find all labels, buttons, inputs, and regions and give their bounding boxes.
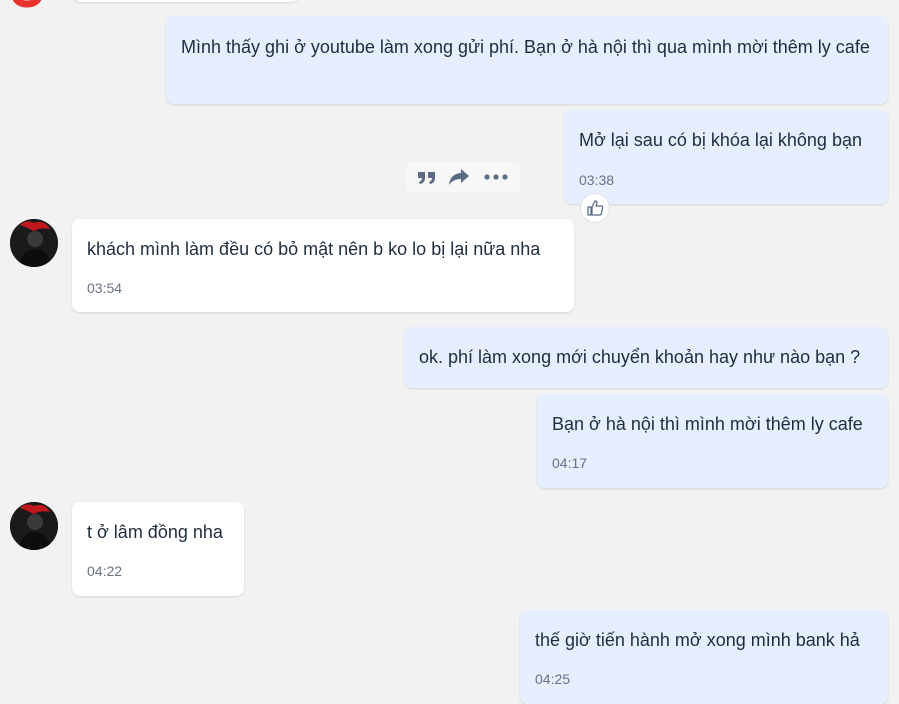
message-text: Bạn ở hà nội thì mình mời thêm ly cafe — [552, 414, 863, 434]
message-time: 04:22 — [87, 563, 123, 579]
message-text: Mở lại sau có bị khóa lại không bạn — [579, 130, 862, 150]
previous-message-bubble — [73, 0, 299, 2]
avatar[interactable] — [10, 502, 58, 550]
message-text: ok. phí làm xong mới chuyển khoản hay nh… — [419, 347, 861, 367]
forward-icon[interactable] — [444, 162, 474, 192]
message-time: 03:54 — [87, 280, 123, 296]
partial-avatar-icon — [12, 0, 42, 8]
message-bubble-sent[interactable]: Mở lại sau có bị khóa lại không bạn 03:3… — [564, 110, 888, 204]
message-text: Mình thấy ghi ở youtube làm xong gửi phí… — [181, 37, 870, 57]
message-text: khách mình làm đều có bỏ mật nên b ko lo… — [87, 239, 541, 259]
message-text: t ở lâm đồng nha — [87, 522, 223, 542]
more-icon[interactable] — [481, 162, 511, 192]
message-bubble-sent[interactable]: Mình thấy ghi ở youtube làm xong gửi phí… — [166, 16, 888, 104]
quote-icon[interactable] — [412, 162, 442, 192]
message-time: 04:17 — [552, 455, 588, 471]
message-action-toolbar — [406, 162, 520, 192]
message-bubble-sent[interactable]: Bạn ở hà nội thì mình mời thêm ly cafe 0… — [537, 394, 888, 488]
message-bubble-sent[interactable]: thế giờ tiến hành mở xong mình bank hả 0… — [520, 610, 888, 704]
message-time: 03:38 — [579, 172, 615, 188]
message-bubble-received[interactable]: khách mình làm đều có bỏ mật nên b ko lo… — [72, 219, 574, 312]
message-time: 04:25 — [535, 671, 571, 687]
thumbs-up-icon[interactable] — [580, 193, 610, 223]
message-bubble-received[interactable]: t ở lâm đồng nha 04:22 — [72, 502, 244, 596]
message-bubble-sent[interactable]: ok. phí làm xong mới chuyển khoản hay nh… — [404, 327, 888, 388]
message-text: thế giờ tiến hành mở xong mình bank hả — [535, 630, 860, 650]
avatar[interactable] — [10, 219, 58, 267]
